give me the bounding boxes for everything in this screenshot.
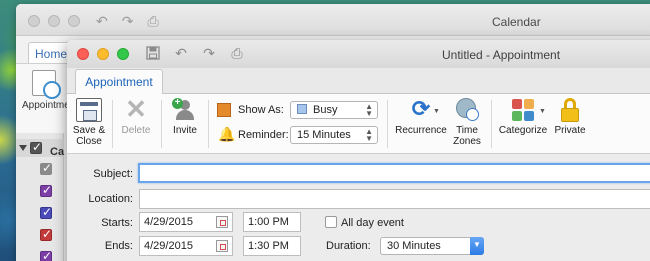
calendar-window-title: Calendar [492,15,541,29]
save-close-label-1: Save & [72,125,106,136]
recurrence-button[interactable]: ⟳ ▼ Recurrence [393,96,449,137]
print-icon[interactable]: ⎙ [147,13,158,30]
calendar-quick-tools: ↶ ↷ ⎙ [96,13,159,30]
all-day-label: All day event [341,217,404,229]
subject-input[interactable] [138,163,650,183]
categorize-button[interactable]: ▼ Categorize [497,98,549,136]
start-date-input[interactable]: 4/29/2015 [139,212,233,232]
show-as-value: Busy [313,104,338,116]
delete-label: Delete [121,125,151,136]
location-input[interactable] [139,189,650,209]
chevron-down-icon: ▼ [470,237,484,255]
all-day-checkbox[interactable] [325,216,337,228]
minimize-button[interactable] [97,48,109,60]
calendar-checkbox[interactable] [40,183,52,197]
ribbon-separator [112,100,113,148]
start-time-input[interactable]: 1:00 PM [243,212,301,232]
show-as-label: Show As: [238,104,284,116]
show-as-icon [217,103,231,117]
private-button[interactable]: Private [552,98,588,136]
lock-icon [557,98,583,122]
reminder-select[interactable]: 15 Minutes ▲ ▼ [290,126,378,144]
save-close-icon [76,98,102,122]
window-title: Untitled - Appointment [442,48,561,62]
calendar-group-checkbox[interactable] [30,140,42,154]
start-date-value: 4/29/2015 [144,216,193,228]
calendar-checkbox[interactable] [40,227,52,241]
ribbon-separator [161,100,162,148]
invite-button[interactable]: + Invite [167,98,203,136]
calendar-sidebar: Ca [16,133,64,261]
ends-label: Ends: [104,240,133,252]
undo-icon[interactable]: ↶ [173,45,189,61]
calendar-titlebar: ↶ ↷ ⎙ Calendar [16,4,650,36]
time-zones-label-1: Time [456,125,478,136]
duration-select[interactable]: 30 Minutes ▼ [380,237,484,255]
ribbon-separator [491,100,492,148]
duration-label: Duration: [326,240,371,252]
new-appointment-button[interactable]: Appointment [22,70,78,111]
zoom-button[interactable] [117,48,129,60]
redo-icon[interactable]: ↷ [122,13,134,30]
stepper-arrows-icon: ▲ ▼ [365,127,373,143]
categorize-label: Categorize [498,125,548,136]
calendar-checkbox[interactable] [40,161,52,175]
ribbon-separator [387,100,388,148]
delete-button[interactable]: ✕ Delete [117,94,155,136]
recurrence-label: Recurrence [395,125,447,136]
time-zones-button[interactable]: Time Zones [451,98,483,147]
invite-label: Invite [173,125,197,136]
bell-icon: 🔔 [218,126,236,142]
busy-swatch-icon [297,104,307,114]
save-icon[interactable] [145,45,161,61]
end-date-value: 4/29/2015 [144,240,193,252]
calendar-checkbox[interactable] [40,249,52,261]
calendar-picker-icon[interactable] [216,240,228,252]
show-as-select[interactable]: Busy ▲ ▼ [290,101,378,119]
save-close-button[interactable]: Save & Close [71,98,107,147]
starts-label: Starts: [101,217,133,229]
end-date-input[interactable]: 4/29/2015 [139,236,233,256]
ribbon: Save & Close ✕ Delete + Invite Show As: … [67,94,650,154]
categorize-icon [510,98,536,122]
calendar-window-controls [28,15,80,27]
reminder-label: Reminder: [238,129,289,141]
stepper-arrows-icon: ▲ ▼ [365,102,373,118]
appointment-form: Subject: Location: Starts: 4/29/2015 1:0… [67,154,650,261]
calendar-group-header[interactable]: Ca [16,139,65,158]
reminder-value: 15 Minutes [297,129,351,141]
time-zones-icon [454,98,480,122]
quick-access-toolbar: ↶ ↷ ⎙ [145,45,245,61]
print-icon[interactable]: ⎙ [229,45,245,61]
end-time-input[interactable]: 1:30 PM [243,236,301,256]
location-label: Location: [88,193,133,205]
time-zones-label-2: Zones [453,136,481,147]
subject-label: Subject: [93,168,133,180]
calendar-minimize-button[interactable] [48,15,60,27]
ribbon-separator [208,100,209,148]
appointment-titlebar: ↶ ↷ ⎙ Untitled - Appointment [67,40,650,68]
tab-strip: Appointment [67,68,650,95]
calendar-checkbox[interactable] [40,205,52,219]
save-close-label-2: Close [76,136,102,147]
duration-value: 30 Minutes [387,240,441,252]
chevron-down-icon: ▼ [539,108,546,115]
disclosure-triangle-icon[interactable] [19,145,27,151]
close-button[interactable] [77,48,89,60]
appointment-window: ↶ ↷ ⎙ Untitled - Appointment Appointment… [67,40,650,261]
calendar-group-label: Ca [50,146,65,158]
invite-person-icon: + [172,98,198,122]
chevron-down-icon: ▼ [433,108,440,115]
calendar-zoom-button[interactable] [68,15,80,27]
calendar-close-button[interactable] [28,15,40,27]
redo-icon[interactable]: ↷ [201,45,217,61]
private-label: Private [554,125,586,136]
window-controls [77,48,129,60]
appointment-icon [32,70,61,99]
recurrence-icon: ⟳ [411,96,431,121]
undo-icon[interactable]: ↶ [96,13,108,30]
calendar-picker-icon[interactable] [216,216,228,228]
delete-x-icon: ✕ [125,94,147,124]
tab-appointment[interactable]: Appointment [75,69,163,95]
